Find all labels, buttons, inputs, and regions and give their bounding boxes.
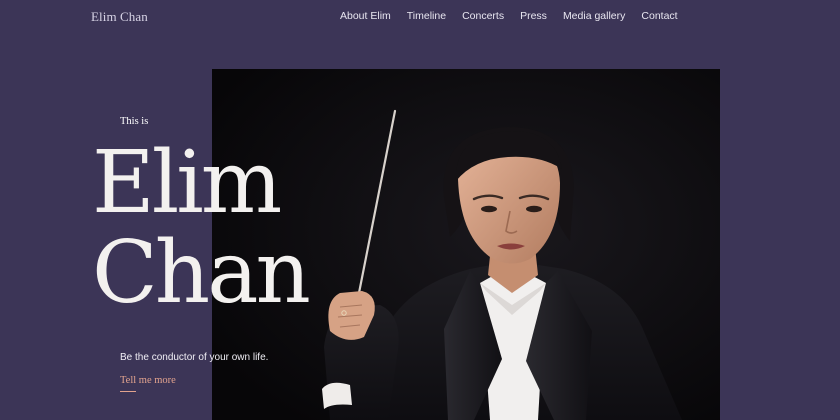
hero-eyebrow: This is xyxy=(120,116,149,127)
hero-title-line-2: Chan xyxy=(92,223,311,323)
nav-item-timeline[interactable]: Timeline xyxy=(407,10,446,22)
main-nav: About Elim Timeline Concerts Press Media… xyxy=(340,10,678,22)
nav-item-concerts[interactable]: Concerts xyxy=(462,10,504,22)
nav-item-about[interactable]: About Elim xyxy=(340,10,391,22)
hero-title: Elim Chan xyxy=(92,133,311,323)
hero-title-line-1: Elim xyxy=(92,133,282,233)
tell-me-more-link[interactable]: Tell me more xyxy=(120,375,176,391)
cta-underline xyxy=(120,391,136,392)
hero-tagline: Be the conductor of your own life. xyxy=(120,352,269,363)
logo[interactable]: Elim Chan xyxy=(91,9,148,25)
nav-item-press[interactable]: Press xyxy=(520,10,547,22)
nav-item-media-gallery[interactable]: Media gallery xyxy=(563,10,625,22)
nav-item-contact[interactable]: Contact xyxy=(641,10,677,22)
